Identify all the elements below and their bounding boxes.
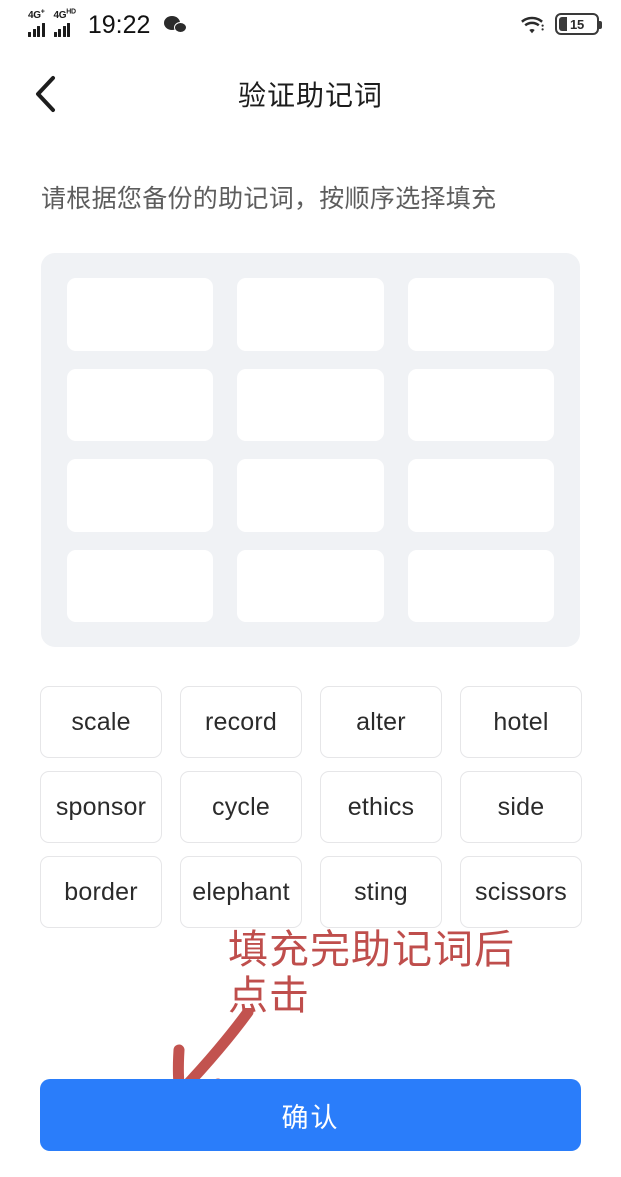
app-root: 4G+ 4GHD 19:22 15 验证助记词 请根据您备份的助记词，按顺序选择…: [0, 0, 621, 1177]
mnemonic-slot[interactable]: [237, 459, 384, 532]
word-chip[interactable]: elephant: [180, 856, 302, 928]
battery-icon: 15: [555, 13, 602, 35]
word-chip[interactable]: side: [460, 771, 582, 843]
word-chip[interactable]: scissors: [460, 856, 582, 928]
word-chip-row: sponsor cycle ethics side: [40, 771, 582, 843]
mnemonic-slot[interactable]: [67, 368, 214, 441]
signal-indicator-sim1: 4G+: [28, 8, 45, 37]
mnemonic-slot[interactable]: [67, 459, 214, 532]
word-chip[interactable]: sponsor: [40, 771, 162, 843]
mnemonic-slot[interactable]: [407, 459, 554, 532]
nav-bar: 验证助记词: [0, 58, 621, 130]
word-chip[interactable]: record: [180, 686, 302, 758]
mnemonic-slot[interactable]: [67, 549, 214, 622]
word-chip[interactable]: border: [40, 856, 162, 928]
signal-indicator-sim2: 4GHD: [53, 8, 77, 37]
signal-label-sim2: 4GHD: [53, 8, 77, 21]
signal-bars-sim1: [28, 22, 45, 37]
mnemonic-slot[interactable]: [407, 278, 554, 351]
mnemonic-slot-grid: [67, 278, 554, 622]
signal-bars-sim2: [53, 22, 71, 37]
status-bar-left: 4G+ 4GHD 19:22: [28, 8, 188, 39]
wechat-icon: [164, 16, 188, 36]
word-chip[interactable]: ethics: [320, 771, 442, 843]
annotation-text: 填充完助记词后 点击: [228, 928, 515, 1018]
mnemonic-slot[interactable]: [67, 278, 214, 351]
mnemonic-slot-panel: [41, 253, 580, 647]
word-chip[interactable]: sting: [320, 856, 442, 928]
wifi-icon: [520, 15, 544, 34]
signal-label-sim1: 4G+: [28, 8, 45, 21]
mnemonic-slot[interactable]: [237, 278, 384, 351]
status-bar-right: 15: [520, 13, 602, 35]
confirm-button[interactable]: 确认: [40, 1079, 581, 1151]
back-button[interactable]: [22, 71, 68, 117]
word-chip[interactable]: hotel: [460, 686, 582, 758]
word-chip[interactable]: scale: [40, 686, 162, 758]
mnemonic-slot[interactable]: [407, 549, 554, 622]
chevron-left-icon: [34, 75, 56, 113]
word-chip-row: border elephant sting scissors: [40, 856, 582, 928]
page-title: 验证助记词: [237, 80, 383, 111]
word-chip-area: scale record alter hotel sponsor cycle e…: [40, 686, 582, 941]
mnemonic-slot[interactable]: [237, 368, 384, 441]
word-chip[interactable]: alter: [320, 686, 442, 758]
mnemonic-slot[interactable]: [407, 368, 554, 441]
word-chip-row: scale record alter hotel: [40, 686, 582, 758]
battery-level-label: 15: [569, 16, 585, 32]
status-bar-clock: 19:22: [87, 11, 151, 39]
instruction-text: 请根据您备份的助记词，按顺序选择填充: [41, 185, 497, 213]
status-bar: 4G+ 4GHD 19:22 15: [0, 0, 621, 48]
mnemonic-slot[interactable]: [237, 549, 384, 622]
word-chip[interactable]: cycle: [180, 771, 302, 843]
